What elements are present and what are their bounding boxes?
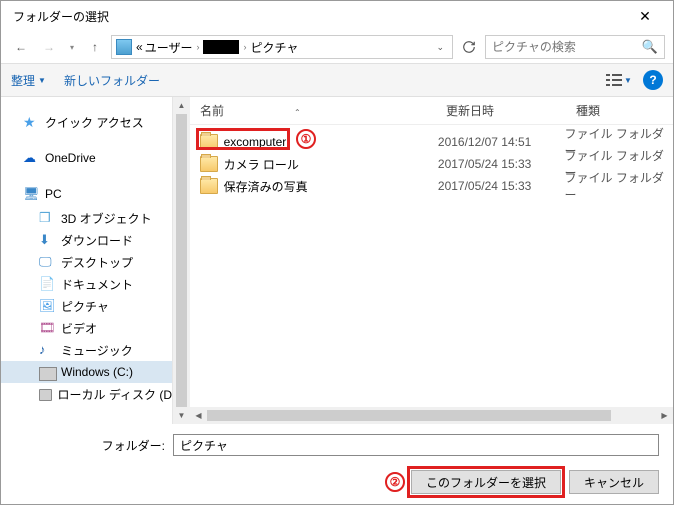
folder-input[interactable] — [173, 434, 659, 456]
titlebar: フォルダーの選択 ✕ — [1, 1, 673, 31]
cancel-button[interactable]: キャンセル — [569, 470, 659, 494]
sidebar: ★クイック アクセス ☁OneDrive 🖥PC ❒3D オブジェクト ⬇ダウン… — [1, 97, 173, 424]
document-icon: 📄 — [39, 276, 55, 292]
search-input[interactable] — [492, 40, 642, 54]
sidebar-scrollbar[interactable]: ▲ ▼ — [173, 97, 190, 424]
video-icon: 🎞 — [39, 320, 55, 336]
folder-icon — [200, 156, 218, 172]
file-name: 保存済みの写真 — [224, 178, 438, 195]
sidebar-item-music[interactable]: ♪ミュージック — [1, 339, 172, 361]
close-button[interactable]: ✕ — [625, 2, 665, 30]
breadcrumb[interactable]: « ユーザー › › ピクチャ — [136, 39, 298, 56]
search-box[interactable]: 🔍 — [485, 35, 665, 59]
sidebar-item-onedrive[interactable]: ☁OneDrive — [1, 147, 172, 169]
toolbar: 整理 ▼ 新しいフォルダー ▼ ? — [1, 63, 673, 97]
scroll-track[interactable] — [207, 407, 656, 424]
annotation-circle-1: ① — [296, 129, 316, 149]
scroll-down-button[interactable]: ▼ — [173, 407, 190, 424]
view-options-button[interactable]: ▼ — [605, 69, 633, 91]
select-folder-button[interactable]: このフォルダーを選択 — [411, 470, 561, 494]
history-dropdown[interactable]: ▾ — [65, 43, 79, 52]
file-list: excomputer 2016/12/07 14:51 ファイル フォルダー カ… — [190, 125, 673, 407]
h-scrollbar[interactable]: ◀ ▶ — [190, 407, 673, 424]
address-dropdown[interactable]: ⌄ — [432, 42, 448, 53]
nav-bar: ← → ▾ ↑ « ユーザー › › ピクチャ ⌄ 🔍 — [1, 31, 673, 63]
file-type: ファイル フォルダー — [565, 169, 673, 203]
search-icon: 🔍 — [642, 39, 658, 55]
sidebar-item-downloads[interactable]: ⬇ダウンロード — [1, 229, 172, 251]
sidebar-item-pictures[interactable]: 🖼ピクチャ — [1, 295, 172, 317]
up-button[interactable]: ↑ — [83, 35, 107, 59]
sidebar-item-windows-c[interactable]: Windows (C:) — [1, 361, 172, 383]
cube-icon: ❒ — [39, 210, 55, 226]
sidebar-item-3dobjects[interactable]: ❒3D オブジェクト — [1, 207, 172, 229]
column-headers: 名前⌃ 更新日時 種類 — [190, 97, 673, 125]
file-name: excomputer — [224, 135, 438, 149]
folder-field-row: フォルダー: — [15, 434, 659, 456]
caret-down-icon: ▼ — [38, 76, 46, 85]
file-pane: 名前⌃ 更新日時 種類 excomputer 2016/12/07 14:51 … — [190, 97, 673, 424]
chevron-right-icon: › — [241, 42, 248, 52]
music-icon: ♪ — [39, 342, 55, 358]
sort-caret-icon: ⌃ — [294, 108, 301, 117]
body: ★クイック アクセス ☁OneDrive 🖥PC ❒3D オブジェクト ⬇ダウン… — [1, 97, 673, 424]
folder-label: フォルダー: — [15, 437, 165, 454]
cloud-icon: ☁ — [23, 150, 39, 166]
caret-down-icon: ▼ — [624, 76, 632, 85]
file-row[interactable]: 保存済みの写真 2017/05/24 15:33 ファイル フォルダー — [190, 175, 673, 197]
folder-icon — [116, 39, 132, 55]
sidebar-item-pc[interactable]: 🖥PC — [1, 183, 172, 205]
refresh-button[interactable] — [457, 35, 481, 59]
back-button[interactable]: ← — [9, 35, 33, 59]
crumb-pictures[interactable]: ピクチャ — [250, 39, 298, 56]
scroll-thumb[interactable] — [207, 410, 611, 421]
pictures-icon: 🖼 — [39, 298, 55, 314]
star-icon: ★ — [23, 114, 39, 130]
crumb-back: « — [136, 40, 143, 54]
scroll-thumb[interactable] — [176, 114, 187, 407]
drive-icon — [39, 389, 52, 401]
crumb-redacted[interactable] — [203, 40, 239, 54]
scroll-right-button[interactable]: ▶ — [656, 407, 673, 424]
bottom-panel: フォルダー: ② このフォルダーを選択 キャンセル — [1, 424, 673, 504]
new-folder-button[interactable]: 新しいフォルダー — [64, 72, 160, 89]
file-date: 2016/12/07 14:51 — [438, 135, 565, 149]
col-type[interactable]: 種類 — [576, 102, 673, 119]
desktop-icon: 🖵 — [39, 254, 55, 270]
button-row: ② このフォルダーを選択 キャンセル — [15, 470, 659, 494]
scroll-left-button[interactable]: ◀ — [190, 407, 207, 424]
folder-icon — [200, 134, 218, 150]
forward-button: → — [37, 35, 61, 59]
pc-icon: 🖥 — [23, 186, 39, 202]
annotation-circle-2: ② — [385, 472, 405, 492]
sidebar-item-desktop[interactable]: 🖵デスクトップ — [1, 251, 172, 273]
window-title: フォルダーの選択 — [9, 8, 109, 25]
col-name[interactable]: 名前⌃ — [200, 102, 446, 119]
drive-icon — [39, 367, 55, 379]
folder-icon — [200, 178, 218, 194]
file-name: カメラ ロール — [224, 156, 438, 173]
file-date: 2017/05/24 15:33 — [438, 179, 565, 193]
sidebar-item-localdisk[interactable]: ローカル ディスク (D — [1, 383, 172, 405]
file-date: 2017/05/24 15:33 — [438, 157, 565, 171]
address-bar[interactable]: « ユーザー › › ピクチャ ⌄ — [111, 35, 453, 59]
sidebar-item-videos[interactable]: 🎞ビデオ — [1, 317, 172, 339]
help-button[interactable]: ? — [643, 70, 663, 90]
col-date[interactable]: 更新日時 — [446, 102, 576, 119]
crumb-users[interactable]: ユーザー — [145, 39, 193, 56]
organize-menu[interactable]: 整理 ▼ — [11, 72, 46, 89]
chevron-right-icon: › — [194, 42, 201, 52]
sidebar-item-documents[interactable]: 📄ドキュメント — [1, 273, 172, 295]
sidebar-item-quickaccess[interactable]: ★クイック アクセス — [1, 111, 172, 133]
scroll-up-button[interactable]: ▲ — [173, 97, 190, 114]
download-icon: ⬇ — [39, 232, 55, 248]
